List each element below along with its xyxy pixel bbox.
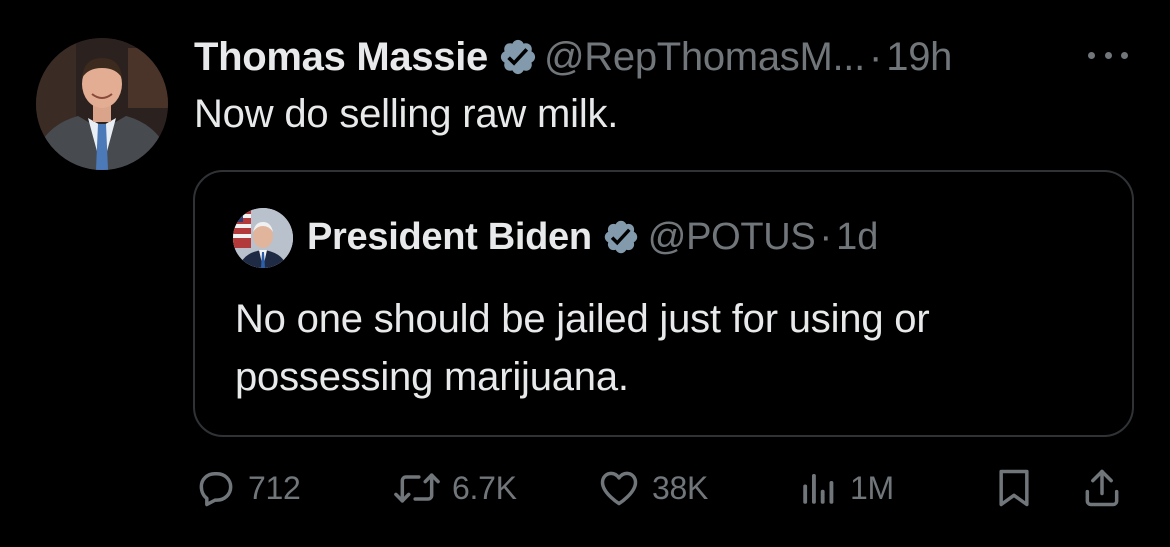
verified-badge-icon <box>604 220 638 254</box>
quoted-author-handle[interactable]: @POTUS <box>648 216 816 259</box>
action-bar: 712 6.7K 38K 1M <box>194 462 1138 514</box>
share-button[interactable] <box>1080 462 1124 514</box>
repost-icon <box>394 473 440 503</box>
bookmark-button[interactable] <box>992 462 1036 514</box>
separator-dot: · <box>868 34 883 79</box>
author-name[interactable]: Thomas Massie <box>194 35 488 80</box>
like-button[interactable]: 38K <box>596 462 708 514</box>
quoted-tweet-text: No one should be jailed just for using o… <box>235 297 930 399</box>
quoted-tweet[interactable]: President Biden @POTUS · 1d No one shoul… <box>193 170 1134 437</box>
author-avatar[interactable] <box>36 38 168 170</box>
reply-count: 712 <box>248 469 301 506</box>
views-count: 1M <box>850 469 894 506</box>
author-handle[interactable]: @RepThomasM... <box>544 35 865 80</box>
tweet-header: Thomas Massie @RepThomasM... · 19h <box>194 30 952 84</box>
heart-icon <box>600 471 638 506</box>
like-count: 38K <box>652 469 709 506</box>
quoted-timestamp[interactable]: 1d <box>836 216 878 259</box>
views-button[interactable]: 1M <box>798 462 894 514</box>
tweet[interactable]: Thomas Massie @RepThomasM... · 19h Now d… <box>0 0 1170 547</box>
separator-dot: · <box>819 215 833 258</box>
tweet-timestamp[interactable]: 19h <box>886 35 952 80</box>
verified-badge-icon <box>500 39 536 75</box>
views-chart-icon <box>803 474 834 504</box>
repost-count: 6.7K <box>452 469 517 506</box>
repost-button[interactable]: 6.7K <box>392 462 517 514</box>
quoted-author-name[interactable]: President Biden <box>307 216 592 259</box>
tweet-text: Now do selling raw milk. <box>194 92 619 136</box>
share-icon <box>1085 469 1119 507</box>
reply-icon <box>199 471 233 507</box>
bookmark-icon <box>999 469 1029 507</box>
reply-button[interactable]: 712 <box>194 462 301 514</box>
quoted-author-avatar[interactable] <box>233 208 293 268</box>
more-options-icon[interactable] <box>1084 38 1132 72</box>
quoted-tweet-header: President Biden @POTUS · 1d <box>307 212 878 262</box>
